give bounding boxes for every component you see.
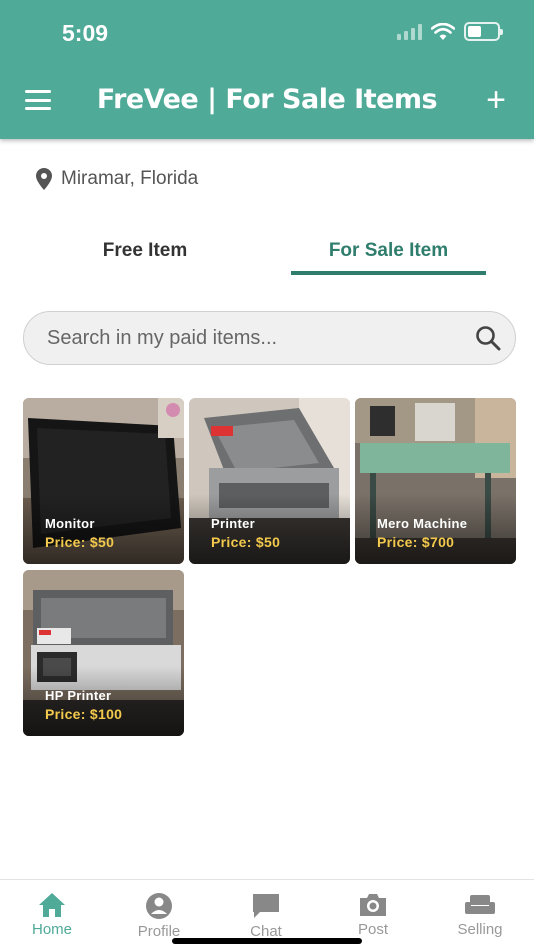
app-header: 5:09 FreVee | For Sale Items +	[0, 0, 534, 139]
signal-icon	[397, 23, 422, 40]
item-card-printer[interactable]: Printer Price: $50	[189, 398, 350, 564]
item-card-hp-printer[interactable]: HP Printer Price: $100	[23, 570, 184, 736]
sofa-icon	[465, 895, 495, 914]
location-row[interactable]: Miramar, Florida	[36, 168, 198, 190]
search-input[interactable]	[47, 326, 475, 350]
nav-post-label: Post	[357, 921, 388, 938]
search-icon[interactable]	[475, 325, 501, 351]
chat-icon	[253, 894, 279, 918]
home-icon	[39, 893, 65, 917]
item-name: Monitor	[45, 516, 95, 531]
map-pin-icon	[36, 168, 52, 190]
item-price: Price: $700	[377, 534, 455, 550]
profile-icon	[146, 893, 172, 919]
item-name: HP Printer	[45, 688, 112, 703]
wifi-icon	[431, 22, 455, 40]
item-price: Price: $50	[45, 534, 115, 550]
active-tab-indicator	[291, 271, 486, 275]
nav-home-label: Home	[31, 921, 72, 938]
nav-post[interactable]: Post	[328, 892, 418, 938]
nav-profile[interactable]: Profile	[114, 892, 204, 940]
item-card-mero-machine[interactable]: Mero Machine Price: $700	[355, 398, 516, 564]
nav-home[interactable]: Home	[7, 892, 97, 938]
page-title: FreVee | For Sale Items	[96, 84, 438, 115]
item-name: Printer	[211, 516, 256, 531]
item-price: Price: $100	[45, 706, 123, 722]
nav-chat[interactable]: Chat	[221, 892, 311, 940]
search-bar	[23, 311, 516, 365]
status-time: 5:09	[62, 20, 109, 46]
item-name: Mero Machine	[377, 516, 468, 531]
item-price: Price: $50	[211, 534, 281, 550]
tab-for-sale-item[interactable]: For Sale Item	[291, 240, 486, 262]
tab-free-item[interactable]: Free Item	[60, 240, 230, 262]
nav-selling[interactable]: Selling	[435, 892, 525, 938]
home-indicator	[172, 938, 362, 944]
location-text: Miramar, Florida	[61, 168, 199, 189]
status-icons	[397, 22, 503, 41]
battery-icon	[464, 22, 503, 41]
camera-icon	[360, 894, 386, 916]
item-card-monitor[interactable]: Monitor Price: $50	[23, 398, 184, 564]
nav-selling-label: Selling	[457, 921, 503, 938]
add-item-button[interactable]: +	[486, 80, 506, 120]
